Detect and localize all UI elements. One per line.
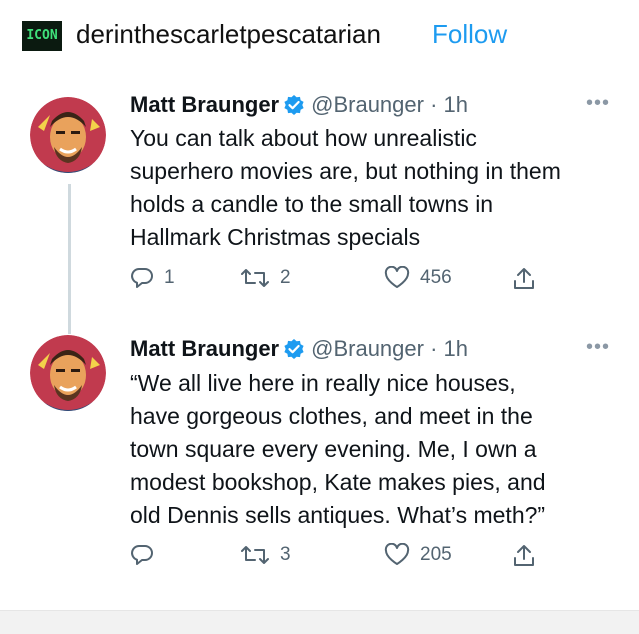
tweet-time[interactable]: · 1h: [430, 92, 468, 117]
retweet-count: 2: [280, 267, 291, 288]
tweet-header: Matt Braunger @Braunger · 1h: [130, 334, 468, 368]
tweet-text: “We all live here in really nice houses,…: [130, 367, 620, 532]
post-header: ICON derinthescarletpescatarian Follow: [0, 0, 639, 70]
like-button[interactable]: 205: [384, 543, 452, 567]
tweet-line: holds a candle to the small towns in: [130, 191, 494, 217]
reply-icon: [131, 545, 153, 565]
share-button[interactable]: [512, 266, 536, 292]
author-name[interactable]: Matt Braunger: [130, 92, 279, 117]
post-footer: [0, 611, 639, 634]
follow-button[interactable]: Follow: [432, 17, 507, 51]
tweet-line: superhero movies are, but nothing in the…: [130, 158, 561, 184]
reply-count: 1: [164, 267, 175, 288]
more-icon[interactable]: •••: [586, 336, 610, 359]
share-icon: [514, 268, 534, 289]
like-count: 456: [420, 267, 452, 288]
retweet-button[interactable]: 3: [240, 543, 291, 567]
author-name[interactable]: Matt Braunger: [130, 336, 279, 361]
author-handle[interactable]: @Braunger: [311, 92, 424, 117]
like-button[interactable]: 456: [384, 266, 452, 290]
author-avatar[interactable]: [30, 335, 106, 411]
verified-badge-icon: [283, 338, 305, 368]
retweet-icon: [241, 269, 269, 287]
tweet-line: town square every evening. Me, I own a: [130, 436, 537, 462]
tweet-line: modest bookshop, Kate makes pies, and: [130, 469, 546, 495]
tweet-actions: 3 205: [130, 543, 550, 573]
more-icon[interactable]: •••: [586, 92, 610, 115]
share-icon: [514, 545, 534, 566]
tweet-line: old Dennis sells antiques. What’s meth?”: [130, 502, 546, 528]
thread-connector: [68, 184, 71, 334]
retweet-count: 3: [280, 544, 291, 565]
tweet-line: Hallmark Christmas specials: [130, 224, 421, 250]
blog-avatar[interactable]: ICON: [22, 21, 62, 51]
tweet-line: “We all live here in really nice houses,: [130, 370, 516, 396]
blog-name[interactable]: derinthescarletpescatarian: [76, 17, 381, 51]
retweet-button[interactable]: 2: [240, 266, 291, 290]
retweet-icon: [241, 546, 269, 564]
tweet-header: Matt Braunger @Braunger · 1h: [130, 90, 468, 124]
heart-icon: [384, 543, 410, 565]
author-handle[interactable]: @Braunger: [311, 336, 424, 361]
tweet-time[interactable]: · 1h: [430, 336, 468, 361]
reply-button[interactable]: 1: [130, 266, 175, 290]
tweet-line: have gorgeous clothes, and meet in the: [130, 403, 533, 429]
tweet-line: You can talk about how unrealistic: [130, 125, 477, 151]
verified-badge-icon: [283, 94, 305, 124]
reply-icon: [131, 268, 153, 288]
tweet-text: You can talk about how unrealistic super…: [130, 122, 620, 254]
share-button[interactable]: [512, 543, 536, 569]
reply-button[interactable]: [130, 543, 164, 567]
heart-icon: [384, 266, 410, 288]
like-count: 205: [420, 544, 452, 565]
author-avatar[interactable]: [30, 97, 106, 173]
tweet-actions: 1 2 456: [130, 266, 550, 296]
